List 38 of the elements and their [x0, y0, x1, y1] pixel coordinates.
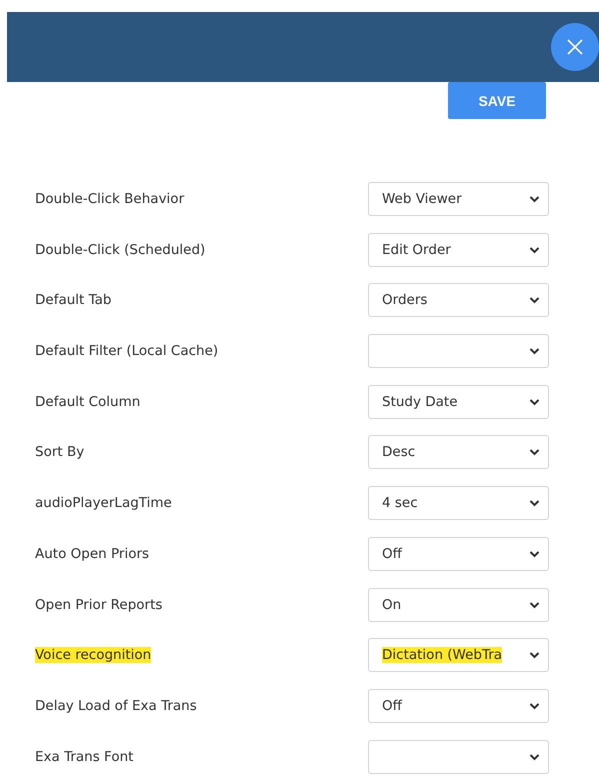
- setting-label: Double-Click Behavior: [35, 191, 184, 207]
- chevron-icon: [529, 702, 540, 710]
- chevron-icon: [529, 651, 540, 660]
- close-icon: [565, 37, 585, 57]
- setting-label: Open Prior Reports: [35, 596, 162, 612]
- chevron-icon: [529, 398, 540, 406]
- chevron-icon: [529, 600, 540, 608]
- dropdown[interactable]: [368, 740, 549, 774]
- dropdown[interactable]: [368, 334, 549, 368]
- dropdown[interactable]: Web Viewer: [368, 182, 549, 216]
- chevron-icon: [529, 296, 540, 304]
- chevron-icon: [529, 347, 540, 356]
- dropdown[interactable]: Off: [368, 536, 549, 571]
- dropdown[interactable]: Edit Order: [368, 232, 549, 267]
- chevron-icon: [529, 448, 540, 456]
- setting-label: Delay Load of Exa Trans: [35, 698, 197, 714]
- chevron-icon: [529, 499, 540, 508]
- dropdown[interactable]: Orders: [368, 283, 549, 318]
- dropdown[interactable]: On: [368, 588, 549, 622]
- setting-label: Exa Trans Font: [35, 748, 134, 765]
- chevron-icon: [529, 246, 540, 254]
- setting-label: Voice recognition: [35, 647, 152, 664]
- close-button[interactable]: [551, 23, 599, 71]
- setting-label: Double-Click (Scheduled): [35, 242, 206, 258]
- dropdown[interactable]: Off: [368, 688, 549, 723]
- setting-label: audioPlayerLagTime: [35, 495, 172, 512]
- dropdown[interactable]: Study Date: [368, 384, 549, 419]
- setting-label: Auto Open Priors: [35, 546, 150, 562]
- chevron-icon: [529, 752, 540, 761]
- setting-label: Sort By: [35, 444, 84, 460]
- dropdown[interactable]: Desc: [368, 435, 549, 470]
- setting-label: Default Column: [35, 394, 140, 410]
- dropdown[interactable]: Dictation (WebTra: [368, 638, 549, 672]
- dropdown[interactable]: 4 sec: [368, 486, 549, 520]
- setting-label: Default Filter (Local Cache): [35, 343, 218, 360]
- setting-label: Default Tab: [35, 292, 112, 308]
- chevron-icon: [529, 550, 540, 558]
- chevron-icon: [529, 195, 540, 203]
